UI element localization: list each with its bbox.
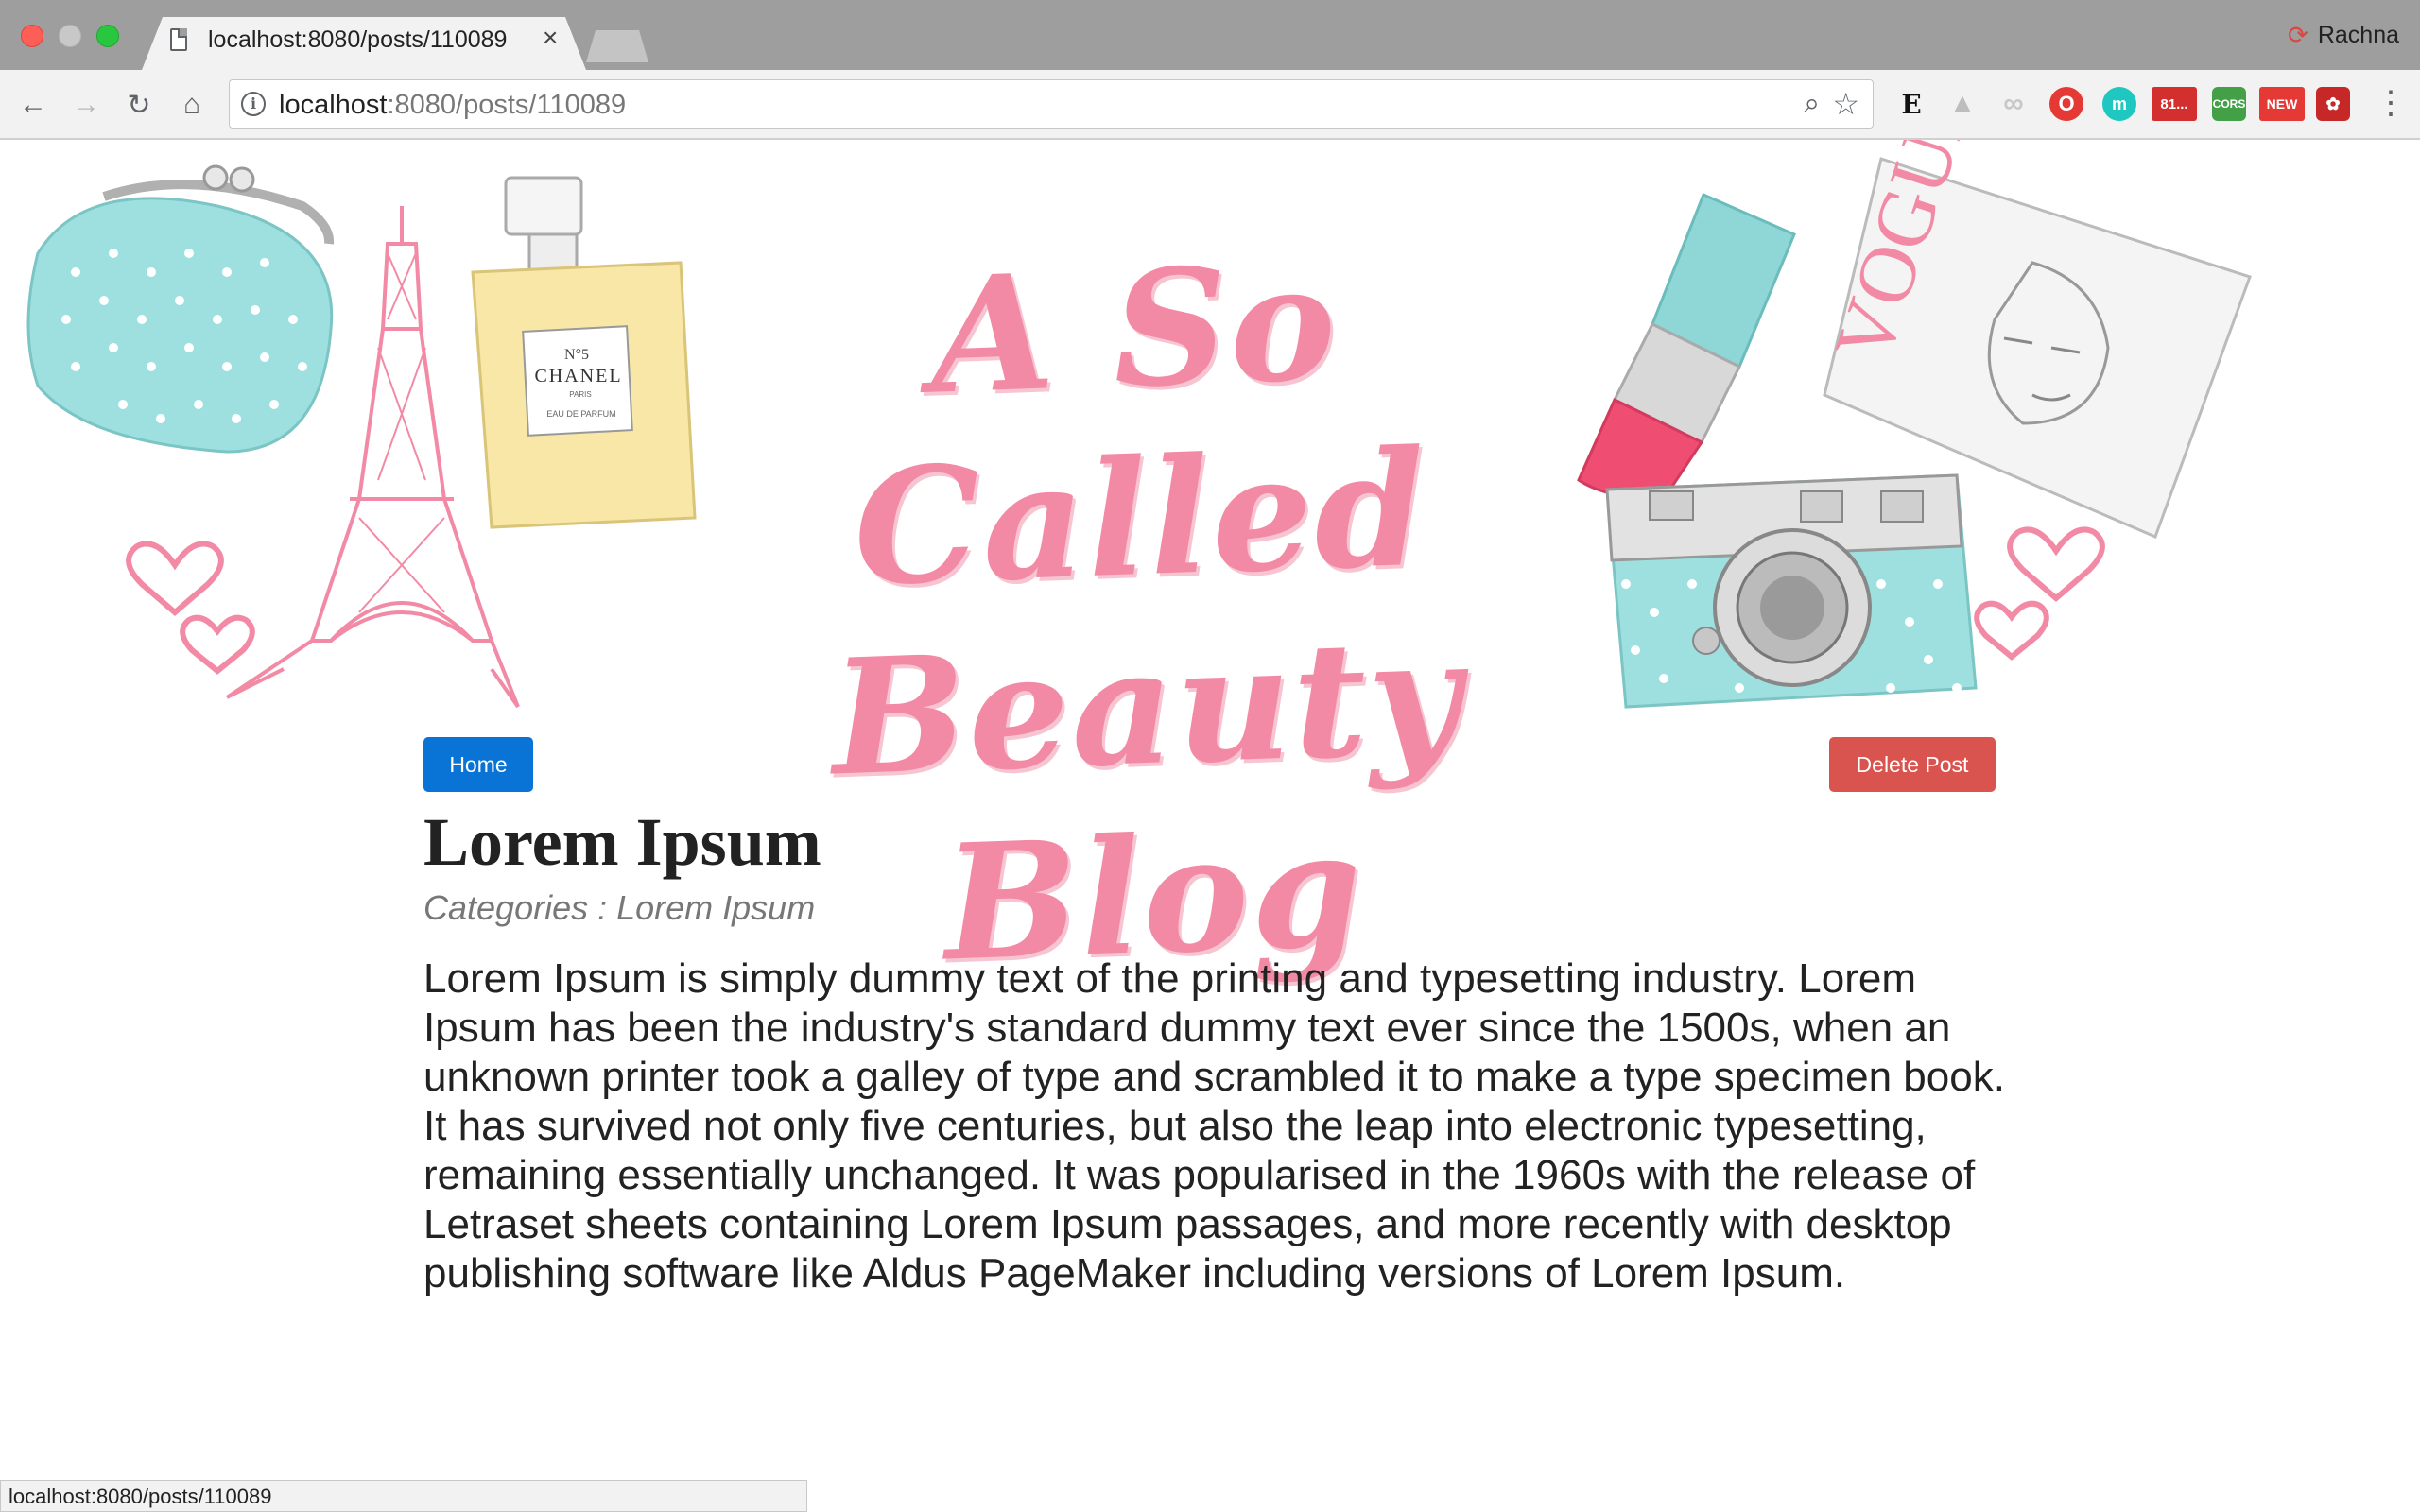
puzzle-extension-icon[interactable]: ✿ [2316, 87, 2350, 121]
home-button[interactable]: Home [424, 737, 533, 792]
new-extension-icon[interactable]: NEW [2259, 87, 2305, 121]
post-body: Lorem Ipsum is simply dummy text of the … [424, 955, 2005, 1297]
perfume-label-3: PARIS [569, 390, 591, 399]
back-arrow-icon[interactable]: ← [15, 87, 51, 123]
page-content: N°5 CHANEL PARIS EAU DE PARFUM VOGUE A S… [0, 74, 2420, 1512]
evernote-extension-icon[interactable]: E [1894, 87, 1928, 121]
heart-icon [2007, 526, 2105, 602]
url-host: localhost [279, 90, 388, 120]
site-info-icon[interactable]: i [241, 92, 266, 116]
forward-arrow-icon[interactable]: → [68, 87, 104, 123]
page-document-icon [170, 28, 187, 51]
cors-extension-icon[interactable]: CORS [2212, 87, 2246, 121]
blog-title: A So Called Beauty Blog [686, 219, 1600, 1005]
link-extension-icon[interactable]: ∞ [1996, 87, 2031, 121]
profile-name: Rachna [2317, 22, 2399, 48]
profile-button[interactable]: ⟳ Rachna [2288, 21, 2399, 50]
heart-icon [1974, 600, 2049, 661]
tab-title[interactable]: localhost:8080/posts/110089 [208, 26, 507, 54]
lipstick-icon [1577, 193, 1796, 501]
opera-extension-icon[interactable]: O [2049, 87, 2083, 121]
window-close-button[interactable] [21, 25, 43, 47]
zoom-icon[interactable]: ⌕ [1804, 88, 1820, 120]
address-url[interactable]: localhost:8080/posts/110089 [279, 90, 626, 121]
delete-post-button[interactable]: Delete Post [1829, 737, 1996, 792]
coin-purse-icon [26, 164, 335, 454]
drive-extension-icon[interactable]: ▲ [1945, 87, 1979, 121]
window-minimize-button[interactable] [59, 25, 81, 47]
blog-title-line-1: A So Called [850, 228, 1431, 622]
window-maximize-button[interactable] [96, 25, 119, 47]
status-bar-url: localhost:8080/posts/110089 [0, 1480, 807, 1512]
post-title: Lorem Ipsum [424, 804, 821, 880]
blog-title-line-2: Beauty Blog [828, 602, 1466, 997]
browser-tab-bar: localhost:8080/posts/110089 × ⟳ Rachna [0, 0, 2420, 70]
post-categories: Categories : Lorem Ipsum [424, 888, 816, 927]
camera-icon [1605, 473, 1978, 709]
browser-menu-icon[interactable]: ⋮ [2375, 85, 2407, 121]
tab-close-icon[interactable]: × [543, 25, 558, 51]
perfume-label-4: EAU DE PARFUM [546, 409, 615, 419]
gmail-extension-icon[interactable]: 81... [2152, 87, 2197, 121]
home-icon[interactable]: ⌂ [174, 87, 210, 123]
new-tab-button[interactable] [586, 30, 648, 62]
sync-error-icon: ⟳ [2288, 21, 2308, 49]
perfume-label-2: CHANEL [534, 366, 622, 387]
address-bar[interactable]: i localhost:8080/posts/110089 ⌕ ☆ [229, 79, 1874, 129]
url-path: :8080/posts/110089 [387, 90, 627, 120]
perfume-label-1: N°5 [564, 347, 589, 363]
bookmark-star-icon[interactable]: ☆ [1832, 86, 1859, 122]
reload-icon[interactable]: ↻ [121, 87, 157, 123]
mint-extension-icon[interactable]: m [2102, 87, 2136, 121]
blog-banner: N°5 CHANEL PARIS EAU DE PARFUM VOGUE A S… [0, 74, 2420, 996]
heart-icon [126, 541, 224, 616]
heart-icon [180, 614, 255, 675]
browser-toolbar: ← → ↻ ⌂ i localhost:8080/posts/110089 ⌕ … [0, 70, 2420, 140]
